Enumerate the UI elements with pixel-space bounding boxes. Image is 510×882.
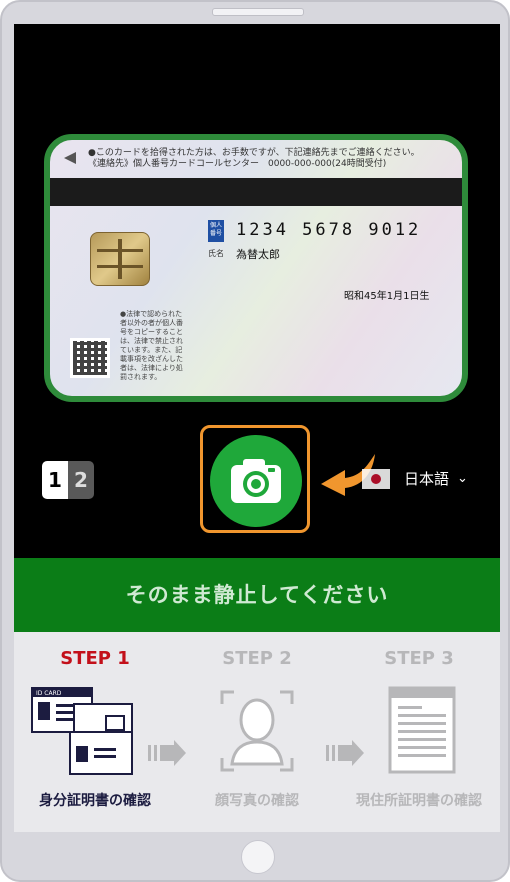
step-1-label: 身分証明書の確認 xyxy=(39,793,151,809)
name-label: 氏名 xyxy=(208,249,224,258)
face-scan-icon xyxy=(220,690,294,772)
card-number: 1234 5678 9012 xyxy=(236,220,422,240)
card-notice: ●このカードを拾得された方は、お手数ですが、下記連絡先までご連絡ください。 《連… xyxy=(88,148,420,169)
svg-text:ID CARD: ID CARD xyxy=(36,690,62,697)
instruction-banner: そのまま静止してください xyxy=(14,558,500,632)
arrow-right-icon xyxy=(148,740,186,766)
document-icon xyxy=(388,686,456,774)
legal-note: ●法律で認められた者以外の者が個人番号をコピーすることは、法律で禁止されています… xyxy=(120,310,183,381)
step-3-title: STEP 3 xyxy=(384,648,454,669)
step-1-title: STEP 1 xyxy=(60,648,130,669)
id-card-icon: ID CARD xyxy=(31,687,133,775)
chip-icon xyxy=(90,232,150,286)
step-3-label: 現住所証明書の確認 xyxy=(356,793,482,809)
triangle-marker-icon xyxy=(64,152,76,164)
home-button[interactable] xyxy=(241,840,275,874)
qr-code-icon xyxy=(70,338,110,378)
step-2-title: STEP 2 xyxy=(222,648,292,669)
camera-icon xyxy=(231,459,281,503)
shutter-button[interactable] xyxy=(210,435,302,527)
language-label: 日本語 xyxy=(404,470,450,488)
language-selector[interactable]: 日本語 ⌄ xyxy=(362,468,468,489)
id-card-preview: ●このカードを拾得された方は、お手数ですが、下記連絡先までご連絡ください。 《連… xyxy=(44,134,468,402)
chevron-down-icon: ⌄ xyxy=(457,471,468,486)
page-indicator-current: 1 xyxy=(42,461,68,499)
magnetic-band xyxy=(50,178,462,206)
arrow-right-icon xyxy=(326,740,364,766)
phone-frame: ●このカードを拾得された方は、お手数ですが、下記連絡先までご連絡ください。 《連… xyxy=(0,0,510,882)
japan-flag-icon xyxy=(362,468,390,489)
camera-screen: ●このカードを拾得された方は、お手数ですが、下記連絡先までご連絡ください。 《連… xyxy=(14,24,500,832)
date-of-birth: 昭和45年1月1日生 xyxy=(344,291,430,302)
phone-speaker xyxy=(212,8,304,16)
card-holder-name: 為替太郎 xyxy=(236,248,280,261)
step-2-label: 顔写真の確認 xyxy=(215,793,299,809)
page-indicator-next: 2 xyxy=(68,461,94,499)
number-tag: 個人番号 xyxy=(208,220,224,242)
step-progress: STEP 1 ID CARD 身分証明書の確認 STEP 2 顔写真の確認 ST… xyxy=(14,632,500,832)
page-indicator: 1 2 xyxy=(42,461,94,499)
